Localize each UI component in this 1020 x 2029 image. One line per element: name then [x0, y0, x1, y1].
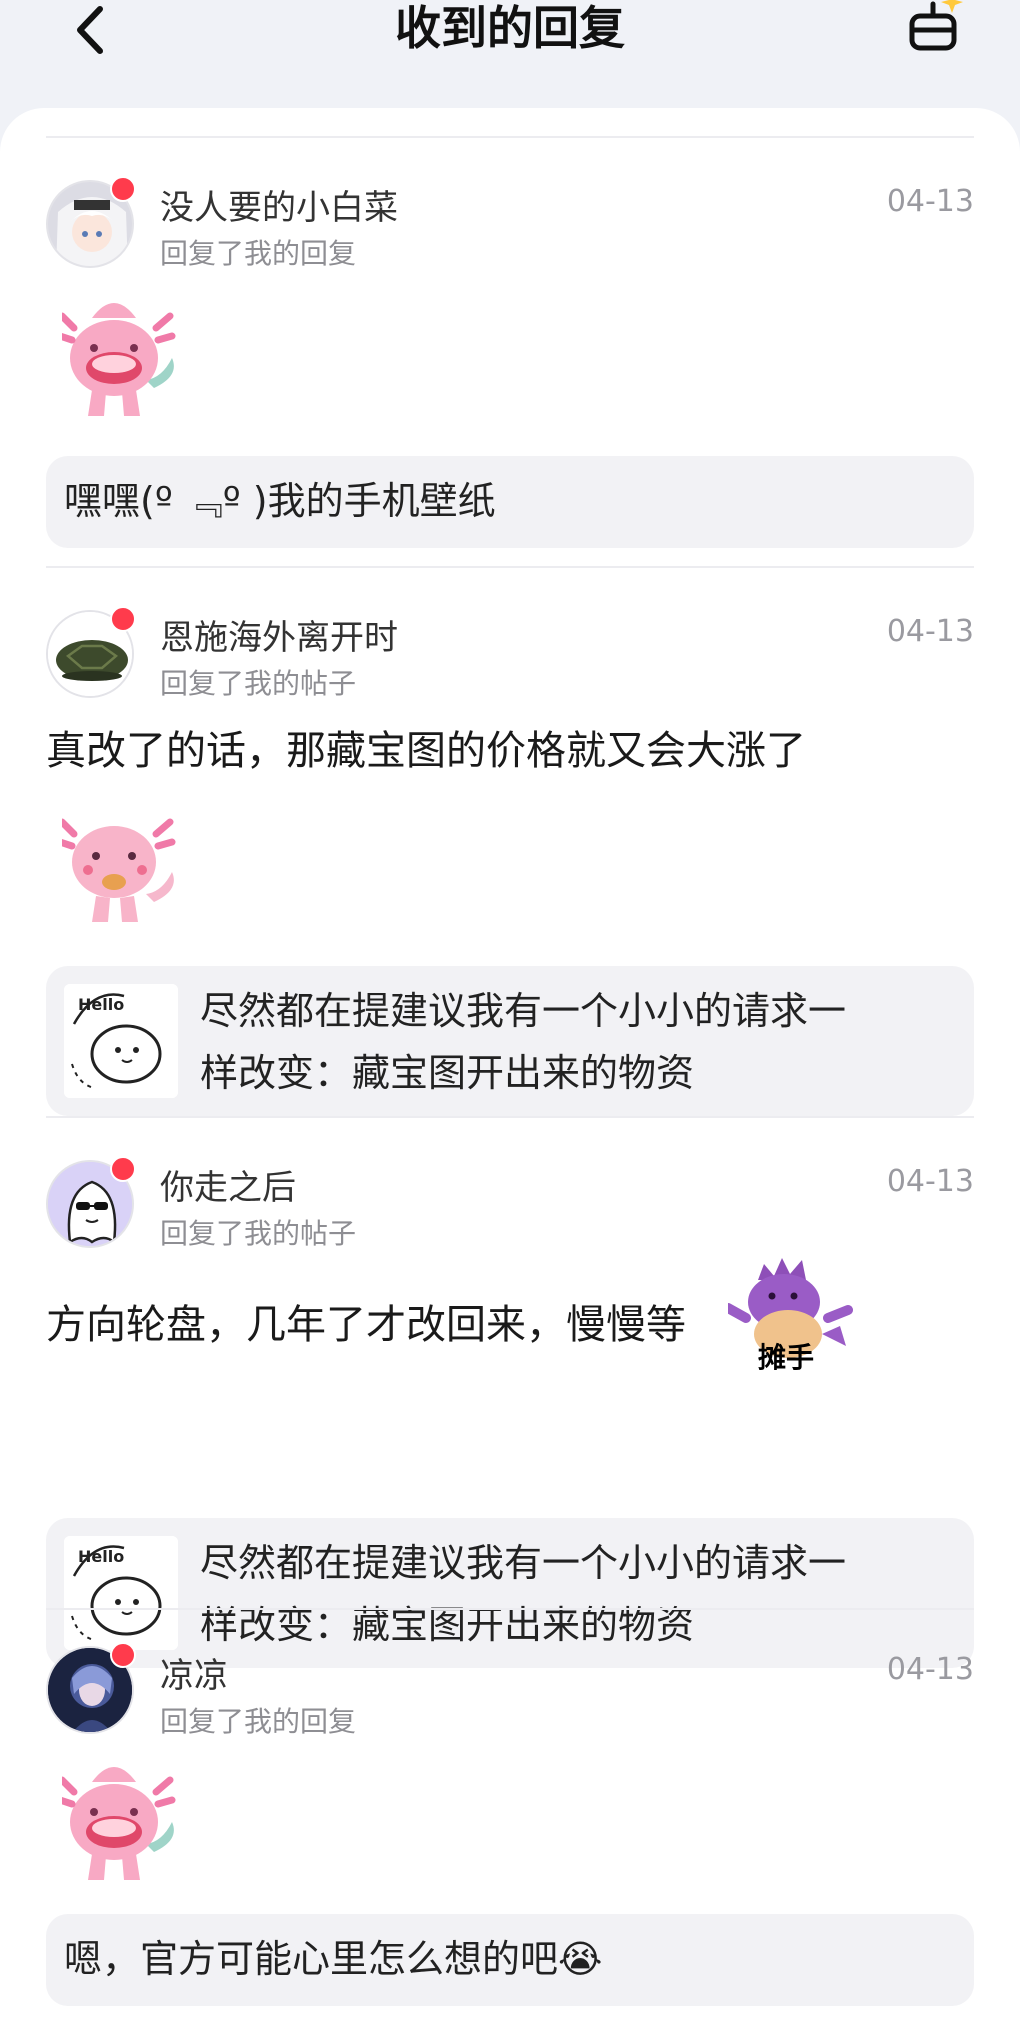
quote-text: 嗯，官方可能心里怎么想的吧😭: [64, 1937, 603, 1981]
broom-icon: [909, 0, 963, 51]
reply-text: 真改了的话，那藏宝图的价格就又会大涨了: [46, 728, 806, 774]
notification-item[interactable]: 凉凉 回复了我的回复 04-13 嗯，官方可能心里怎么想的吧😭: [0, 1608, 1020, 2029]
axolotl-sticker: [56, 288, 182, 418]
shrug-dinosaur-emoji: 摊手: [723, 1250, 858, 1374]
unread-dot: [110, 606, 136, 632]
notification-item[interactable]: 恩施海外离开时 回复了我的帖子 04-13 真改了的话，那藏宝图的价格就又会大涨…: [0, 566, 1020, 1116]
notification-item[interactable]: 你走之后 回复了我的帖子 04-13 方向轮盘，几年了才改回来，慢慢等 摊手 H…: [0, 1116, 1020, 1668]
thumbnail-caption: Hello: [78, 995, 124, 1014]
quoted-post[interactable]: Hello 尽然都在提建议我有一个小小的请求一 样改变：藏宝图开出来的物资: [46, 966, 974, 1116]
username[interactable]: 恩施海外离开时: [160, 610, 398, 659]
action-text: 回复了我的回复: [160, 1705, 357, 1738]
quote-text-line: 尽然都在提建议我有一个小小的请求一: [200, 989, 847, 1033]
page-title: 收到的回复: [395, 1, 625, 55]
emoji-caption: 摊手: [758, 1341, 815, 1374]
notification-list: 没人要的小白菜 回复了我的回复 04-13 嘿嘿(º ﹃º )我的手机壁纸 恩施…: [0, 108, 1020, 2029]
username[interactable]: 凉凉: [160, 1648, 228, 1697]
unread-dot: [110, 1642, 136, 1668]
date: 04-13: [886, 1652, 974, 1687]
notification-item[interactable]: 没人要的小白菜 回复了我的回复 04-13 嘿嘿(º ﹃º )我的手机壁纸: [0, 136, 1020, 566]
clean-button[interactable]: [900, 0, 970, 60]
date: 04-13: [886, 1164, 974, 1199]
axolotl-sticker: [56, 798, 182, 928]
username[interactable]: 没人要的小白菜: [160, 180, 398, 229]
quote-text: 嘿嘿(º ﹃º )我的手机壁纸: [64, 479, 496, 523]
top-bar: 收到的回复: [0, 0, 1020, 110]
axolotl-sticker: [56, 1752, 182, 1882]
date: 04-13: [886, 184, 974, 219]
action-text: 回复了我的帖子: [160, 667, 357, 700]
action-text: 回复了我的回复: [160, 237, 357, 270]
quote-text-line: 尽然都在提建议我有一个小小的请求一: [200, 1541, 847, 1585]
username[interactable]: 你走之后: [160, 1160, 296, 1209]
thumbnail-caption: Hello: [78, 1547, 124, 1566]
quoted-reply[interactable]: 嗯，官方可能心里怎么想的吧😭: [46, 1914, 974, 2006]
quoted-reply[interactable]: 嘿嘿(º ﹃º )我的手机壁纸: [46, 456, 974, 548]
date: 04-13: [886, 614, 974, 649]
unread-dot: [110, 1156, 136, 1182]
reply-text: 方向轮盘，几年了才改回来，慢慢等: [46, 1302, 686, 1348]
quote-text-line: 样改变：藏宝图开出来的物资: [200, 1051, 695, 1095]
post-thumbnail: Hello: [64, 984, 178, 1098]
unread-dot: [110, 176, 136, 202]
action-text: 回复了我的帖子: [160, 1217, 357, 1250]
